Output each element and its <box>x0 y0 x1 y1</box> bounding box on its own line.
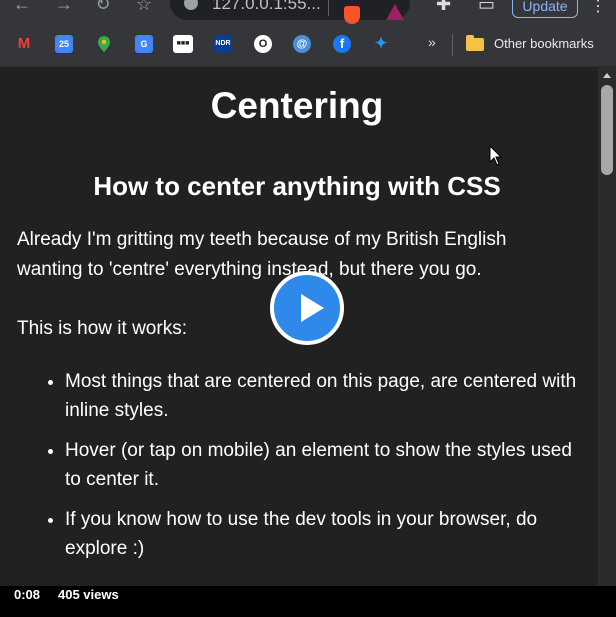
menu-icon[interactable]: ⋮ <box>590 0 606 16</box>
more-bookmarks-icon[interactable]: » <box>428 34 436 50</box>
mouse-cursor-icon <box>489 145 503 166</box>
video-views: 405 views <box>58 587 119 602</box>
brave-shield-icon[interactable] <box>344 6 360 24</box>
back-icon[interactable]: ← <box>10 0 34 14</box>
video-info-bar: 0:08 405 views <box>0 586 616 617</box>
ndr-icon[interactable]: NDR <box>214 35 232 53</box>
video-time: 0:08 <box>14 587 41 602</box>
reload-icon[interactable]: ↻ <box>91 0 115 14</box>
site-info-icon[interactable] <box>184 0 198 10</box>
intro-line-2: wanting to 'centre' everything instead, … <box>17 259 482 280</box>
other-bookmarks-link[interactable]: Other bookmarks <box>494 36 594 51</box>
play-button[interactable] <box>270 271 344 345</box>
page-scrollbar[interactable] <box>598 67 616 586</box>
folder-icon[interactable] <box>466 35 484 51</box>
brave-rewards-icon[interactable] <box>386 4 404 20</box>
address-bar[interactable]: 127.0.0.1:55... <box>170 0 410 20</box>
bookmarks-bar: M 25 G ■■■ NDR O @ f ✦ » Other bookmarks <box>0 24 616 67</box>
tiles-site-icon[interactable]: ■■■ <box>173 35 193 53</box>
o-site-icon[interactable]: O <box>254 35 272 53</box>
window-icon[interactable]: ▭ <box>478 0 495 14</box>
omnibox-divider <box>328 0 329 16</box>
twitter-icon[interactable]: ✦ <box>372 35 390 53</box>
update-button[interactable]: Update <box>512 0 578 18</box>
browser-toolbar: ← → ↻ ☆ 127.0.0.1:55... ✚ ▭ Update ⋮ <box>0 0 616 24</box>
list-item: If you know how to use the dev tools in … <box>65 505 577 563</box>
forward-icon[interactable]: → <box>52 0 76 14</box>
puzzle-icon[interactable]: ✚ <box>436 0 451 14</box>
list-item: Most things that are centered on this pa… <box>65 367 577 425</box>
page-subtitle: How to center anything with CSS <box>93 171 501 201</box>
translate-icon[interactable]: G <box>135 35 153 53</box>
maps-icon[interactable] <box>95 35 113 53</box>
bookmarks-divider <box>452 34 453 56</box>
bullet-list: Most things that are centered on this pa… <box>17 367 577 574</box>
calendar-icon[interactable]: 25 <box>55 35 73 53</box>
url-text[interactable]: 127.0.0.1:55... <box>212 0 321 14</box>
globe-site-icon[interactable]: @ <box>293 35 311 53</box>
facebook-icon[interactable]: f <box>333 35 351 53</box>
intro-line-1: Already I'm gritting my teeth because of… <box>17 229 507 250</box>
page-viewport: Centering How to center anything with CS… <box>0 67 598 586</box>
bookmark-star-icon[interactable]: ☆ <box>132 0 156 14</box>
gmail-icon[interactable]: M <box>15 35 33 53</box>
scroll-up-arrow-icon[interactable] <box>603 73 611 78</box>
list-item: Hover (or tap on mobile) an element to s… <box>65 436 577 494</box>
page-title: Centering <box>210 85 384 126</box>
scroll-thumb[interactable] <box>601 85 613 175</box>
